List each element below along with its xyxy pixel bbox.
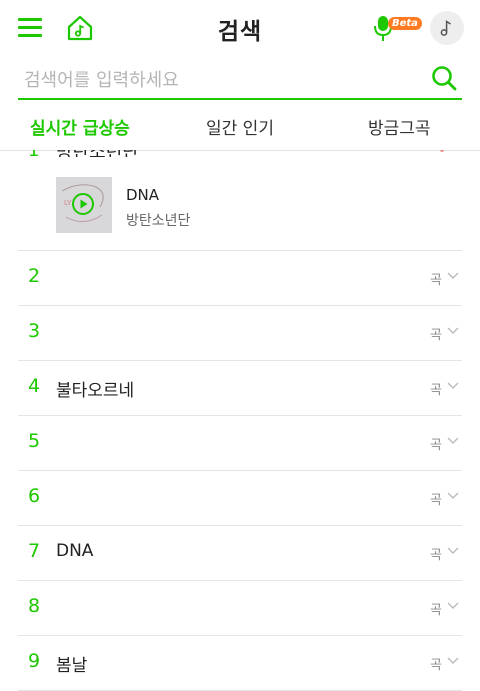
table-row[interactable]: 6곡 [18, 471, 462, 526]
rank-number: 7 [28, 540, 41, 562]
app-header: 검색 Beta [0, 0, 480, 56]
search-icon[interactable] [430, 64, 458, 92]
artist-name: 방탄소년단 [126, 213, 191, 229]
rank-number: 6 [28, 485, 41, 507]
type-label: 곡 [430, 493, 442, 508]
rank-number: 4 [28, 375, 41, 397]
song-detail-panel[interactable]: LY DNA 방탄소년단 [18, 160, 462, 251]
song-title[interactable]: 봄날 [56, 651, 87, 676]
chevron-down-icon[interactable] [446, 271, 460, 281]
rank-number: 1 [28, 150, 39, 157]
album-art[interactable]: LY [56, 177, 112, 233]
chevron-down-icon[interactable] [446, 326, 460, 336]
song-title: DNA [126, 186, 160, 204]
type-label: 곡 [430, 603, 442, 618]
type-label: 곡 [430, 383, 442, 398]
chevron-down-icon[interactable] [446, 546, 460, 556]
chevron-down-icon[interactable] [446, 656, 460, 666]
type-label: 곡 [430, 548, 442, 563]
rank-number: 9 [28, 650, 41, 672]
svg-text:LY: LY [64, 199, 72, 207]
rank-number: 2 [28, 265, 41, 287]
list-item-partial: 1 방탄소년단 [18, 150, 462, 157]
song-title[interactable]: 불타오르네 [56, 376, 134, 401]
chevron-down-icon[interactable] [446, 491, 460, 501]
tab-bar: 실시간 급상승 일간 인기 방금그곡 [0, 100, 480, 151]
tab-daily[interactable]: 일간 인기 [206, 114, 274, 139]
table-row[interactable]: 9 봄날 곡 [18, 636, 462, 691]
rank-number: 3 [28, 320, 41, 342]
table-row[interactable]: 5곡 [18, 416, 462, 471]
chevron-down-icon[interactable] [446, 601, 460, 611]
table-row[interactable]: 7 DNA 곡 [18, 526, 462, 581]
chevron-down-icon[interactable] [446, 436, 460, 446]
chevron-down-icon[interactable] [446, 381, 460, 391]
tab-realtime[interactable]: 실시간 급상승 [30, 114, 130, 139]
play-icon[interactable] [72, 193, 94, 215]
beta-badge: Beta [388, 17, 422, 30]
table-row[interactable]: 3곡 [18, 306, 462, 361]
table-row[interactable]: 8곡 [18, 581, 462, 636]
type-label: 곡 [430, 328, 442, 343]
music-recognition-button[interactable] [430, 11, 464, 45]
song-title[interactable]: DNA [56, 541, 93, 561]
rank-number: 8 [28, 595, 41, 617]
song-title-cutoff: 방탄소년단 [56, 150, 139, 157]
status-dot [440, 150, 444, 152]
search-input[interactable]: 검색어를 입력하세요 [24, 66, 179, 92]
type-label: 곡 [430, 273, 442, 288]
type-label: 곡 [430, 438, 442, 453]
table-row[interactable]: 2곡 [18, 251, 462, 306]
table-row[interactable]: 4 불타오르네 곡 [18, 361, 462, 416]
music-note-icon [440, 20, 451, 36]
search-bar[interactable]: 검색어를 입력하세요 [18, 60, 462, 100]
tab-just-now[interactable]: 방금그곡 [368, 114, 431, 139]
type-label: 곡 [430, 658, 442, 673]
rank-number: 5 [28, 430, 41, 452]
